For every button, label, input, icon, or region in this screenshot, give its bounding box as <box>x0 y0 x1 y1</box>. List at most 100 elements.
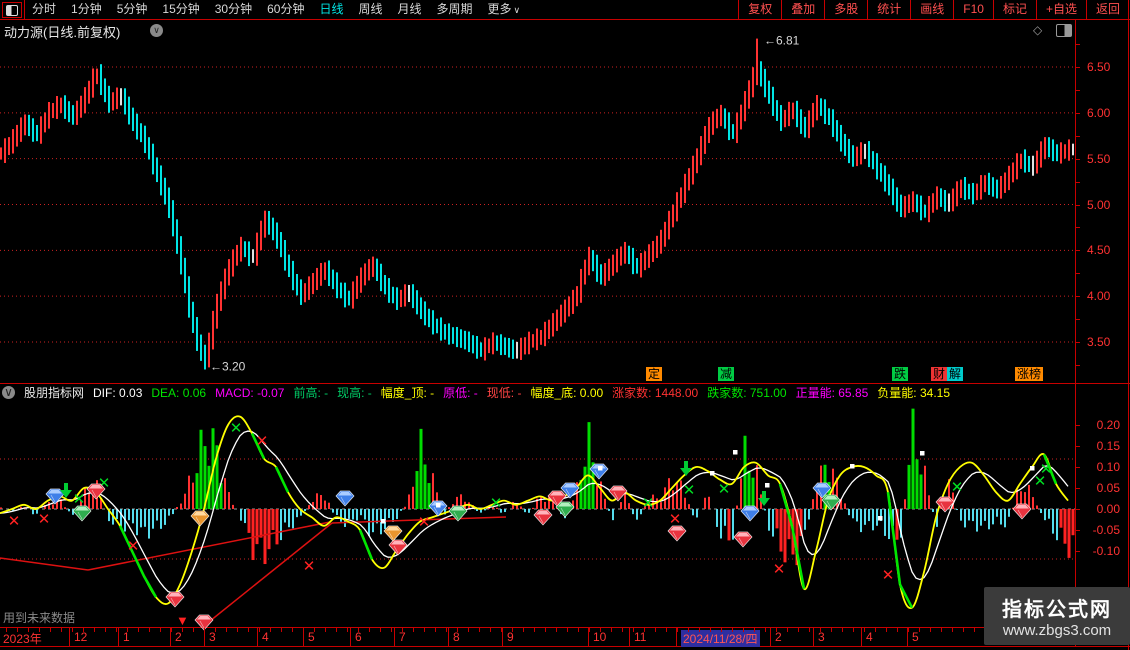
candlestick-chart[interactable]: ←6.81 ←3.20 <box>0 30 1075 385</box>
axis-tick <box>1075 530 1080 531</box>
period-tab-多周期[interactable]: 多周期 <box>437 0 473 19</box>
b-gem-icon <box>335 490 355 507</box>
timeline-minor-tick <box>974 628 975 632</box>
chevron-down-icon[interactable]: ∨ <box>2 386 15 399</box>
timeline-minor-tick <box>292 628 293 632</box>
axis-tick <box>1075 446 1080 447</box>
o-gem-icon <box>383 525 403 542</box>
macd-indicator-chart[interactable]: ✕ ✕✕✕✕✕ ✕✕ ✕✕✕✕✕ ✕✕ ✕ ✕ ✕✕ <box>0 400 1075 631</box>
timeline-minor-tick <box>875 628 876 632</box>
timeline-minor-tick <box>523 628 524 632</box>
indicator-source: 股朋指标网 <box>24 386 85 400</box>
timeline-minor-tick <box>160 628 161 632</box>
r-gem-icon <box>1012 503 1032 520</box>
timeline-tick <box>394 628 395 646</box>
timeline-minor-tick <box>61 628 62 632</box>
timeline-tick <box>629 628 630 646</box>
hint-chip-减[interactable]: 减 <box>718 367 735 381</box>
timeline-minor-tick <box>127 628 128 632</box>
indicator-field: 负量能: 34.15 <box>877 386 950 400</box>
indicator-axis-label: 0.05 <box>1096 481 1120 495</box>
indicator-field: DIF: 0.03 <box>93 385 143 400</box>
timeline-minor-tick <box>281 628 282 632</box>
green-x-marker-icon: ✕ <box>490 495 503 512</box>
timeline-minor-tick <box>490 628 491 632</box>
high-price-label: ←6.81 <box>764 34 800 48</box>
timeline-minor-tick <box>600 628 601 632</box>
period-tab-周线[interactable]: 周线 <box>358 0 382 19</box>
future-data-note: 用到未来数据 <box>3 611 76 625</box>
action-button-复权[interactable]: 复权 <box>738 0 781 19</box>
timeline-minor-tick <box>622 628 623 632</box>
indicator-field: 原低: - <box>443 386 478 400</box>
timeline-minor-tick <box>226 628 227 632</box>
timeline-minor-tick <box>919 628 920 632</box>
timeline-minor-tick <box>248 628 249 632</box>
timeline-minor-tick <box>336 628 337 632</box>
timeline-minor-tick <box>259 628 260 632</box>
axis-tick <box>1075 227 1080 229</box>
green-x-marker-icon: ✕ <box>230 420 243 437</box>
timeline-tick <box>861 628 862 646</box>
hint-chip-解[interactable]: 解 <box>947 367 964 381</box>
timeline-tick <box>448 628 449 646</box>
hint-chip-涨榜[interactable]: 涨榜 <box>1015 367 1044 381</box>
period-tab-日线[interactable]: 日线 <box>319 0 343 19</box>
timeline-minor-tick <box>28 628 29 632</box>
timeline-month-label: 2 <box>775 630 782 644</box>
indicator-field: DEA: 0.06 <box>151 385 207 400</box>
timeline-minor-tick <box>578 628 579 632</box>
timeline-minor-tick <box>413 628 414 632</box>
axis-tick <box>1075 135 1080 137</box>
timeline-minor-tick <box>270 628 271 632</box>
r-gem-icon <box>733 531 753 548</box>
hint-chip-财[interactable]: 财 <box>931 367 948 381</box>
red-x-marker-icon: ✕ <box>256 433 269 450</box>
timeline-month-label: 7 <box>399 630 406 644</box>
timeline-minor-tick <box>842 628 843 632</box>
red-x-marker-icon: ✕ <box>38 511 51 528</box>
indicator-axis-label: 0.10 <box>1096 460 1120 474</box>
period-tab-30分钟[interactable]: 30分钟 <box>215 0 252 19</box>
axis-tick <box>1075 158 1080 160</box>
timeline-minor-tick <box>105 628 106 632</box>
r-gem-icon <box>667 525 687 542</box>
green-x-marker-icon: ✕ <box>73 491 86 508</box>
action-button-统计[interactable]: 统计 <box>867 0 910 19</box>
hint-chip-跌[interactable]: 跌 <box>892 367 909 381</box>
price-axis-label: 4.50 <box>1087 243 1111 258</box>
timeline-minor-tick <box>193 628 194 632</box>
green-x-marker-icon: ✕ <box>1040 461 1053 478</box>
timeline-month-label: 12 <box>74 630 88 644</box>
green-x-marker-icon: ✕ <box>951 479 964 496</box>
timeline-minor-tick <box>864 628 865 632</box>
hint-chip-定[interactable]: 定 <box>646 367 663 381</box>
indicator-field: 幅度_顶: - <box>380 386 435 400</box>
timeline-minor-tick <box>149 628 150 632</box>
layout-toggle-icon[interactable] <box>2 2 22 18</box>
period-tab-60分钟[interactable]: 60分钟 <box>267 0 304 19</box>
period-tab-15分钟[interactable]: 15分钟 <box>162 0 199 19</box>
timeline-minor-tick <box>809 628 810 632</box>
period-tab-分时[interactable]: 分时 <box>32 0 56 19</box>
timeline-minor-tick <box>182 628 183 632</box>
period-tab-5分钟[interactable]: 5分钟 <box>117 0 148 19</box>
action-button-标记[interactable]: 标记 <box>992 0 1036 19</box>
timeline-tick <box>770 628 771 646</box>
indicator-field: 现低: - <box>486 386 522 400</box>
period-tab-1分钟[interactable]: 1分钟 <box>71 0 102 19</box>
timeline-month-label: 8 <box>453 630 460 644</box>
axis-tick <box>1075 181 1080 183</box>
indicator-field: 跌家数: 751.00 <box>707 386 787 400</box>
action-button-F10[interactable]: F10 <box>953 0 993 19</box>
action-button-多股[interactable]: 多股 <box>824 0 867 19</box>
timeline-tick <box>813 628 814 646</box>
action-button-叠加[interactable]: 叠加 <box>781 0 824 19</box>
timeline[interactable]: 2023年 12 1 2 3 4 5 6 7 8 9 10 11 2024/11/28/四 2 3 4 5 <box>0 628 1130 647</box>
timeline-minor-tick <box>633 628 634 632</box>
action-button-画线[interactable]: 画线 <box>910 0 953 19</box>
period-tab-月线[interactable]: 月线 <box>398 0 422 19</box>
period-tab-更多[interactable]: 更多 ∨ <box>488 0 521 20</box>
timeline-month-label: 3 <box>209 630 216 644</box>
timeline-minor-tick <box>787 628 788 632</box>
